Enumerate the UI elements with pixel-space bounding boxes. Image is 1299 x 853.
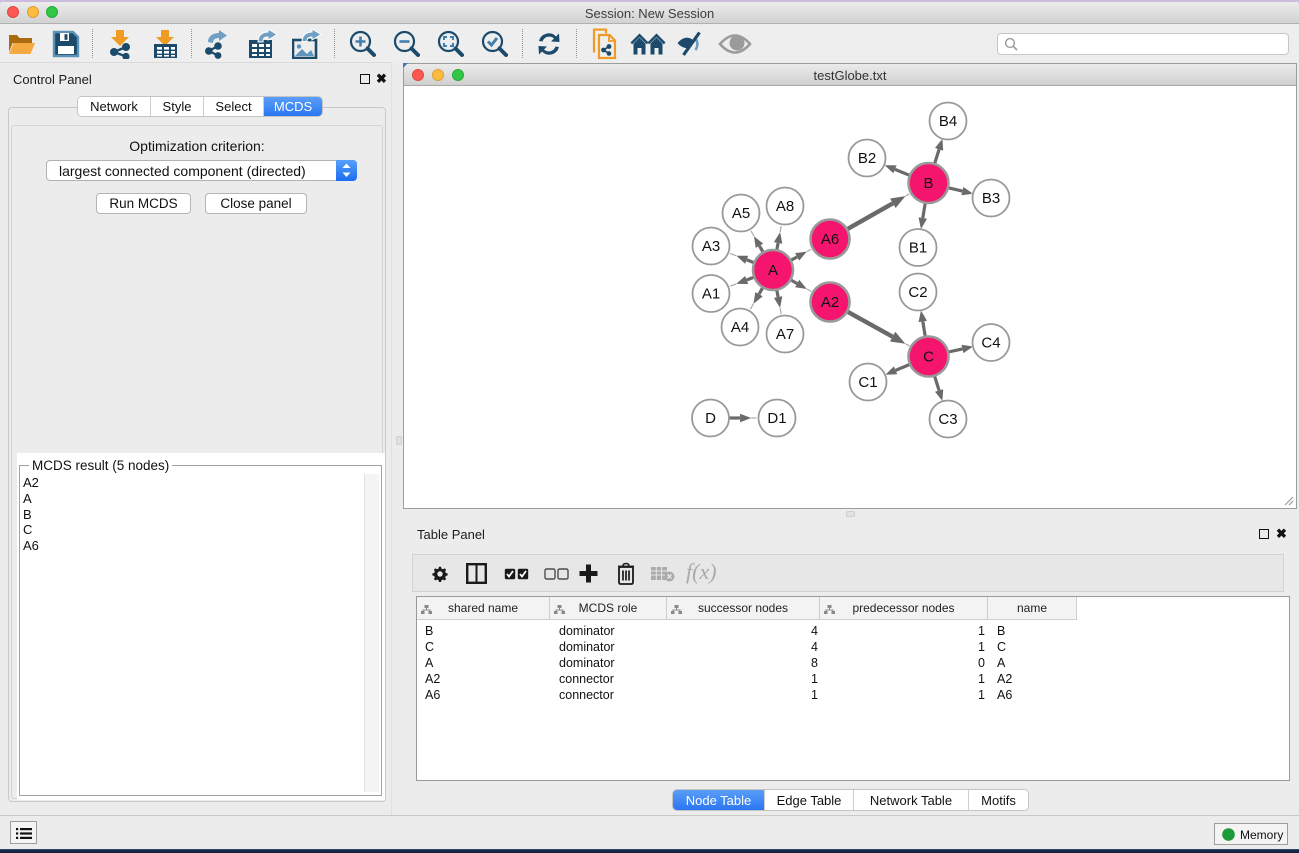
svg-text:B1: B1 [909, 240, 927, 257]
svg-text:A2: A2 [821, 294, 839, 311]
svg-text:B3: B3 [982, 190, 1000, 207]
svg-text:D1: D1 [767, 410, 786, 427]
svg-text:B2: B2 [858, 150, 876, 167]
svg-text:A8: A8 [776, 198, 794, 215]
svg-text:C2: C2 [908, 284, 927, 301]
svg-text:C4: C4 [981, 335, 1000, 352]
svg-text:A3: A3 [702, 238, 720, 255]
svg-text:A7: A7 [776, 326, 794, 343]
svg-text:C3: C3 [938, 411, 957, 428]
svg-text:B4: B4 [939, 113, 957, 130]
svg-text:C: C [923, 349, 934, 366]
svg-text:C1: C1 [858, 374, 877, 391]
svg-text:A: A [768, 262, 778, 279]
svg-text:A1: A1 [702, 286, 720, 303]
svg-text:B: B [923, 175, 933, 192]
svg-text:A6: A6 [821, 231, 839, 248]
svg-text:A5: A5 [732, 205, 750, 222]
svg-text:D: D [705, 410, 716, 427]
svg-text:A4: A4 [731, 319, 749, 336]
